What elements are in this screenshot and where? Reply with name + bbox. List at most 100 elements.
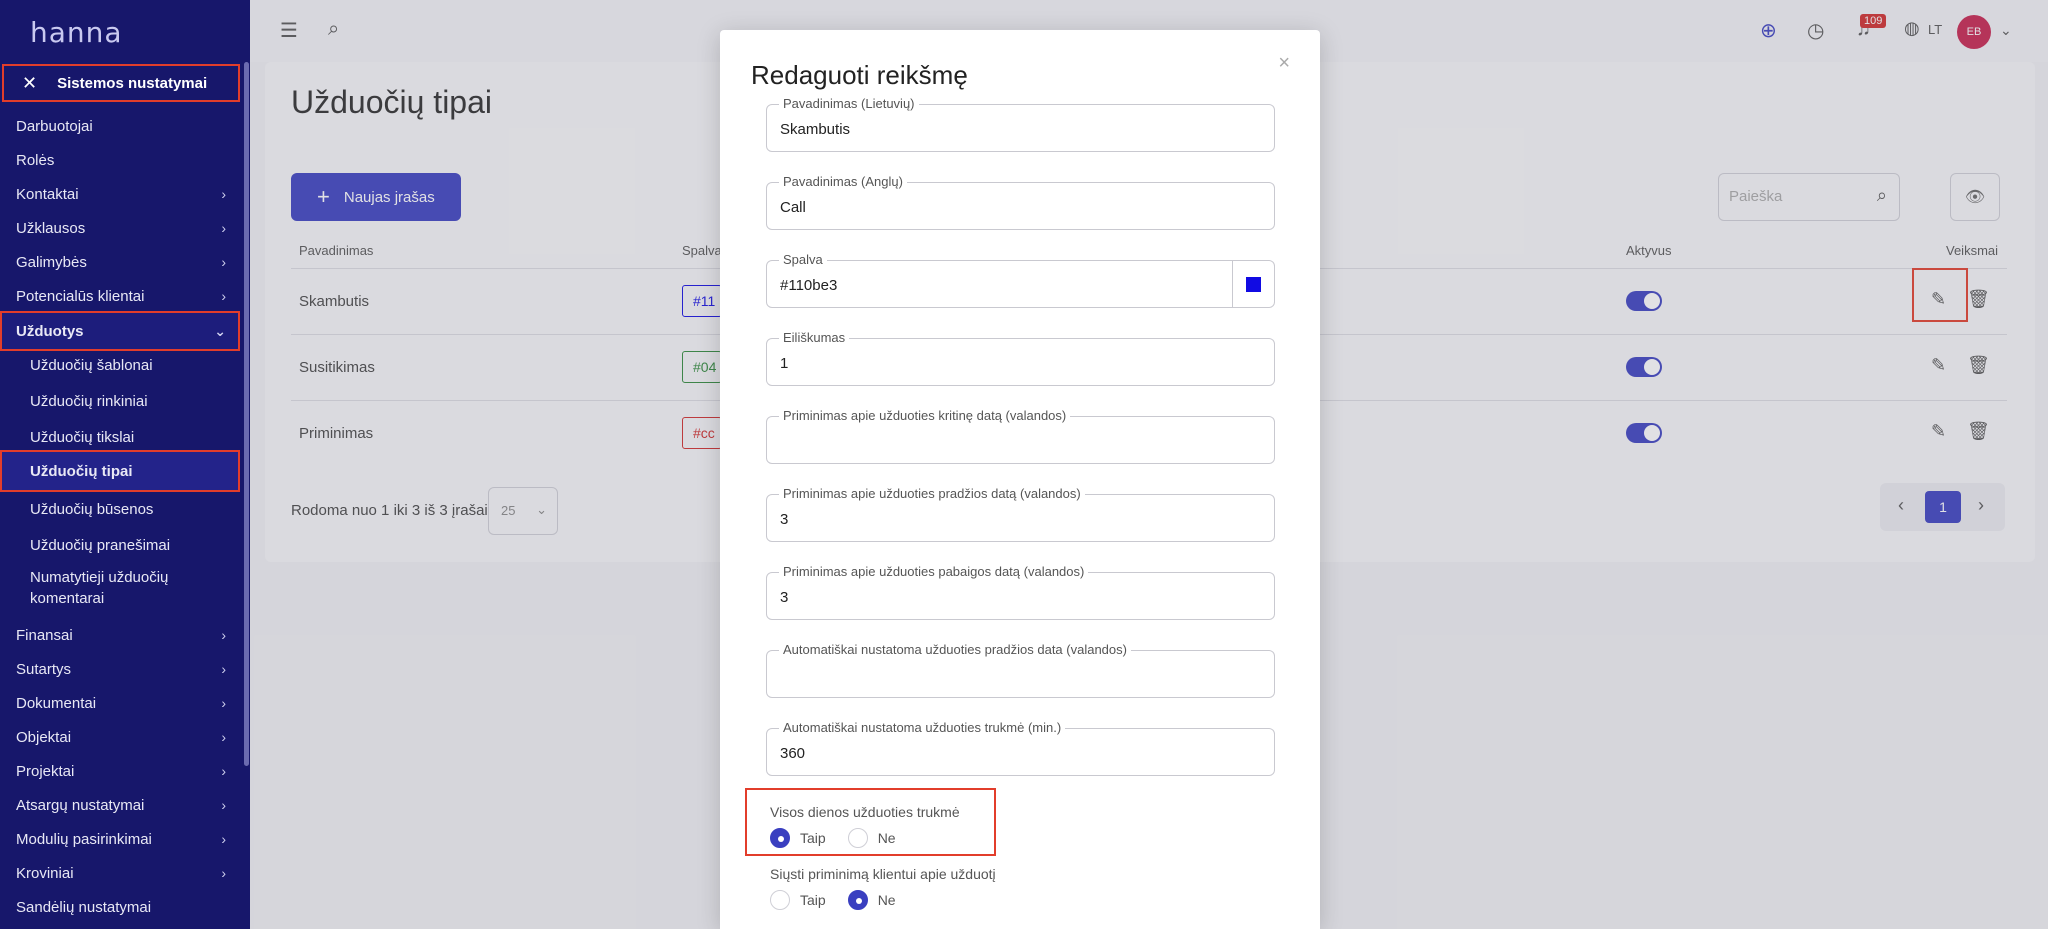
sidebar-item-projects[interactable]: Projektai › <box>0 756 240 786</box>
auto-start-field[interactable]: Automatiškai nustatoma užduoties pradžio… <box>766 642 1275 698</box>
chevron-right-icon: › <box>221 661 226 677</box>
sidebar-item-label: Kroviniai <box>16 864 74 882</box>
sidebar-item-label: Užduočių pranešimai <box>30 536 171 554</box>
field-value[interactable]: #110be3 <box>780 277 837 294</box>
chevron-right-icon: › <box>221 695 226 711</box>
field-value[interactable]: 3 <box>780 589 788 606</box>
system-settings-header[interactable]: ✕ Sistemos nustatymai <box>2 64 240 102</box>
sidebar-item-label: Objektai <box>16 728 72 746</box>
field-value[interactable]: 360 <box>780 745 805 762</box>
sidebar-item-contracts[interactable]: Sutartys › <box>0 654 240 684</box>
send-reminder-radio-group: Siųsti priminimą klientui apie užduotį T… <box>770 866 996 910</box>
radio-label: Taip <box>800 892 826 908</box>
auto-duration-field[interactable]: Automatiškai nustatoma užduoties trukmė … <box>766 720 1275 776</box>
field-value[interactable]: Skambutis <box>780 121 850 138</box>
field-value[interactable]: Call <box>780 199 806 216</box>
chevron-right-icon: › <box>221 797 226 813</box>
sidebar-item-label: Projektai <box>16 762 75 780</box>
chevron-right-icon: › <box>221 186 226 202</box>
sidebar-item-task-templates[interactable]: Užduočių šablonai <box>0 350 240 380</box>
system-settings-title: Sistemos nustatymai <box>57 74 208 92</box>
color-swatch[interactable] <box>1232 261 1274 307</box>
all-day-highlight <box>745 788 996 856</box>
start-reminder-field[interactable]: Priminimas apie užduoties pradžios datą … <box>766 486 1275 542</box>
field-label: Eiliškumas <box>779 330 850 345</box>
sidebar-item-label: Finansai <box>16 626 73 644</box>
sidebar-item-roles[interactable]: Rolės <box>0 145 240 175</box>
chevron-right-icon: › <box>221 627 226 643</box>
sidebar-item-warehouse-settings[interactable]: Sandėlių nustatymai <box>0 892 240 922</box>
sidebar-item-label: komentarai <box>30 590 105 607</box>
sidebar-item-label: Sutartys <box>16 660 72 678</box>
sidebar: hanna ✕ Sistemos nustatymai Darbuotojai … <box>0 0 250 929</box>
modal-title: Redaguoti reikšmę <box>751 60 968 90</box>
sidebar-item-label: Užduočių tipai <box>30 462 133 480</box>
sidebar-item-label: Užduočių tikslai <box>30 428 135 446</box>
sidebar-item-label: Sandėlių nustatymai <box>16 898 152 916</box>
deadline-reminder-field[interactable]: Priminimas apie užduoties kritinę datą (… <box>766 408 1275 464</box>
logo[interactable]: hanna <box>0 0 250 64</box>
chevron-right-icon: › <box>221 288 226 304</box>
sidebar-item-task-types[interactable]: Užduočių tipai <box>0 450 240 492</box>
field-value[interactable]: 1 <box>780 355 788 372</box>
sidebar-item-contacts[interactable]: Kontaktai › <box>0 179 240 209</box>
field-label: Pavadinimas (Lietuvių) <box>779 96 919 111</box>
field-label: Priminimas apie užduoties kritinę datą (… <box>779 408 1071 423</box>
sidebar-item-label: Užklausos <box>16 219 86 237</box>
chevron-right-icon: › <box>221 865 226 881</box>
field-label: Pavadinimas (Anglų) <box>779 174 907 189</box>
field-label: Priminimas apie užduoties pradžios datą … <box>779 486 1085 501</box>
close-icon[interactable]: ✕ <box>22 73 37 94</box>
chevron-right-icon: › <box>221 254 226 270</box>
sidebar-item-inquiries[interactable]: Užklausos › <box>0 213 240 243</box>
radio-label: Ne <box>877 892 896 908</box>
color-field[interactable]: Spalva #110be3 <box>766 252 1275 308</box>
sidebar-item-label: Kontaktai <box>16 185 79 203</box>
sidebar-item-label: Rolės <box>16 151 55 169</box>
chevron-right-icon: › <box>221 763 226 779</box>
sidebar-item-finance[interactable]: Finansai › <box>0 620 240 650</box>
sidebar-item-tasks[interactable]: Užduotys ⌄ <box>0 311 240 351</box>
end-reminder-field[interactable]: Priminimas apie užduoties pabaigos datą … <box>766 564 1275 620</box>
field-label: Automatiškai nustatoma užduoties pradžio… <box>779 642 1131 657</box>
sidebar-item-cargo[interactable]: Kroviniai › <box>0 858 240 888</box>
chevron-right-icon: › <box>221 831 226 847</box>
sidebar-item-label: Darbuotojai <box>16 117 93 135</box>
radio-button[interactable] <box>847 890 868 910</box>
close-icon[interactable]: × <box>1278 52 1290 75</box>
field-label: Automatiškai nustatoma užduoties trukmė … <box>779 720 1066 735</box>
sidebar-item-label: Užduočių rinkiniai <box>30 392 148 410</box>
field-value[interactable]: 3 <box>780 511 788 528</box>
sidebar-scrollbar[interactable] <box>244 62 249 766</box>
sidebar-item-objects[interactable]: Objektai › <box>0 722 240 752</box>
chevron-right-icon: › <box>221 729 226 745</box>
field-label: Priminimas apie užduoties pabaigos datą … <box>779 564 1089 579</box>
name-en-field[interactable]: Pavadinimas (Anglų) Call <box>766 174 1275 230</box>
sidebar-item-label: Užduočių būsenos <box>30 500 154 518</box>
sidebar-item-task-notifications[interactable]: Užduočių pranešimai <box>0 530 240 560</box>
sidebar-item-employees[interactable]: Darbuotojai <box>0 111 240 141</box>
sidebar-item-label: Atsargų nustatymai <box>16 796 145 814</box>
chevron-right-icon: › <box>221 220 226 236</box>
send-reminder-yes-option[interactable]: Taip <box>770 890 826 910</box>
sidebar-item-task-sets[interactable]: Užduočių rinkiniai <box>0 386 240 416</box>
name-lt-field[interactable]: Pavadinimas (Lietuvių) Skambutis <box>766 96 1275 152</box>
sidebar-item-documents[interactable]: Dokumentai › <box>0 688 240 718</box>
chevron-down-icon: ⌄ <box>214 322 226 339</box>
sidebar-item-default-task-comments[interactable]: Numatytieji užduočių komentarai <box>0 566 240 610</box>
sidebar-item-module-choices[interactable]: Modulių pasirinkimai › <box>0 824 240 854</box>
sidebar-item-label: Užduotys <box>16 322 84 340</box>
sidebar-item-label: Modulių pasirinkimai <box>16 830 152 848</box>
sidebar-item-opportunities[interactable]: Galimybės › <box>0 247 240 277</box>
sidebar-item-label: Dokumentai <box>16 694 97 712</box>
sidebar-item-task-statuses[interactable]: Užduočių būsenos <box>0 494 240 524</box>
sidebar-item-stock-settings[interactable]: Atsargų nustatymai › <box>0 790 240 820</box>
send-reminder-no-option[interactable]: Ne <box>847 890 896 910</box>
sidebar-item-label: Galimybės <box>16 253 87 271</box>
field-label: Spalva <box>779 252 827 267</box>
sidebar-item-task-goals[interactable]: Užduočių tikslai <box>0 422 240 452</box>
radio-button[interactable] <box>770 890 790 910</box>
sidebar-item-leads[interactable]: Potencialūs klientai › <box>0 281 240 311</box>
radio-group-title: Siųsti priminimą klientui apie užduotį <box>770 866 996 882</box>
order-field[interactable]: Eiliškumas 1 <box>766 330 1275 386</box>
